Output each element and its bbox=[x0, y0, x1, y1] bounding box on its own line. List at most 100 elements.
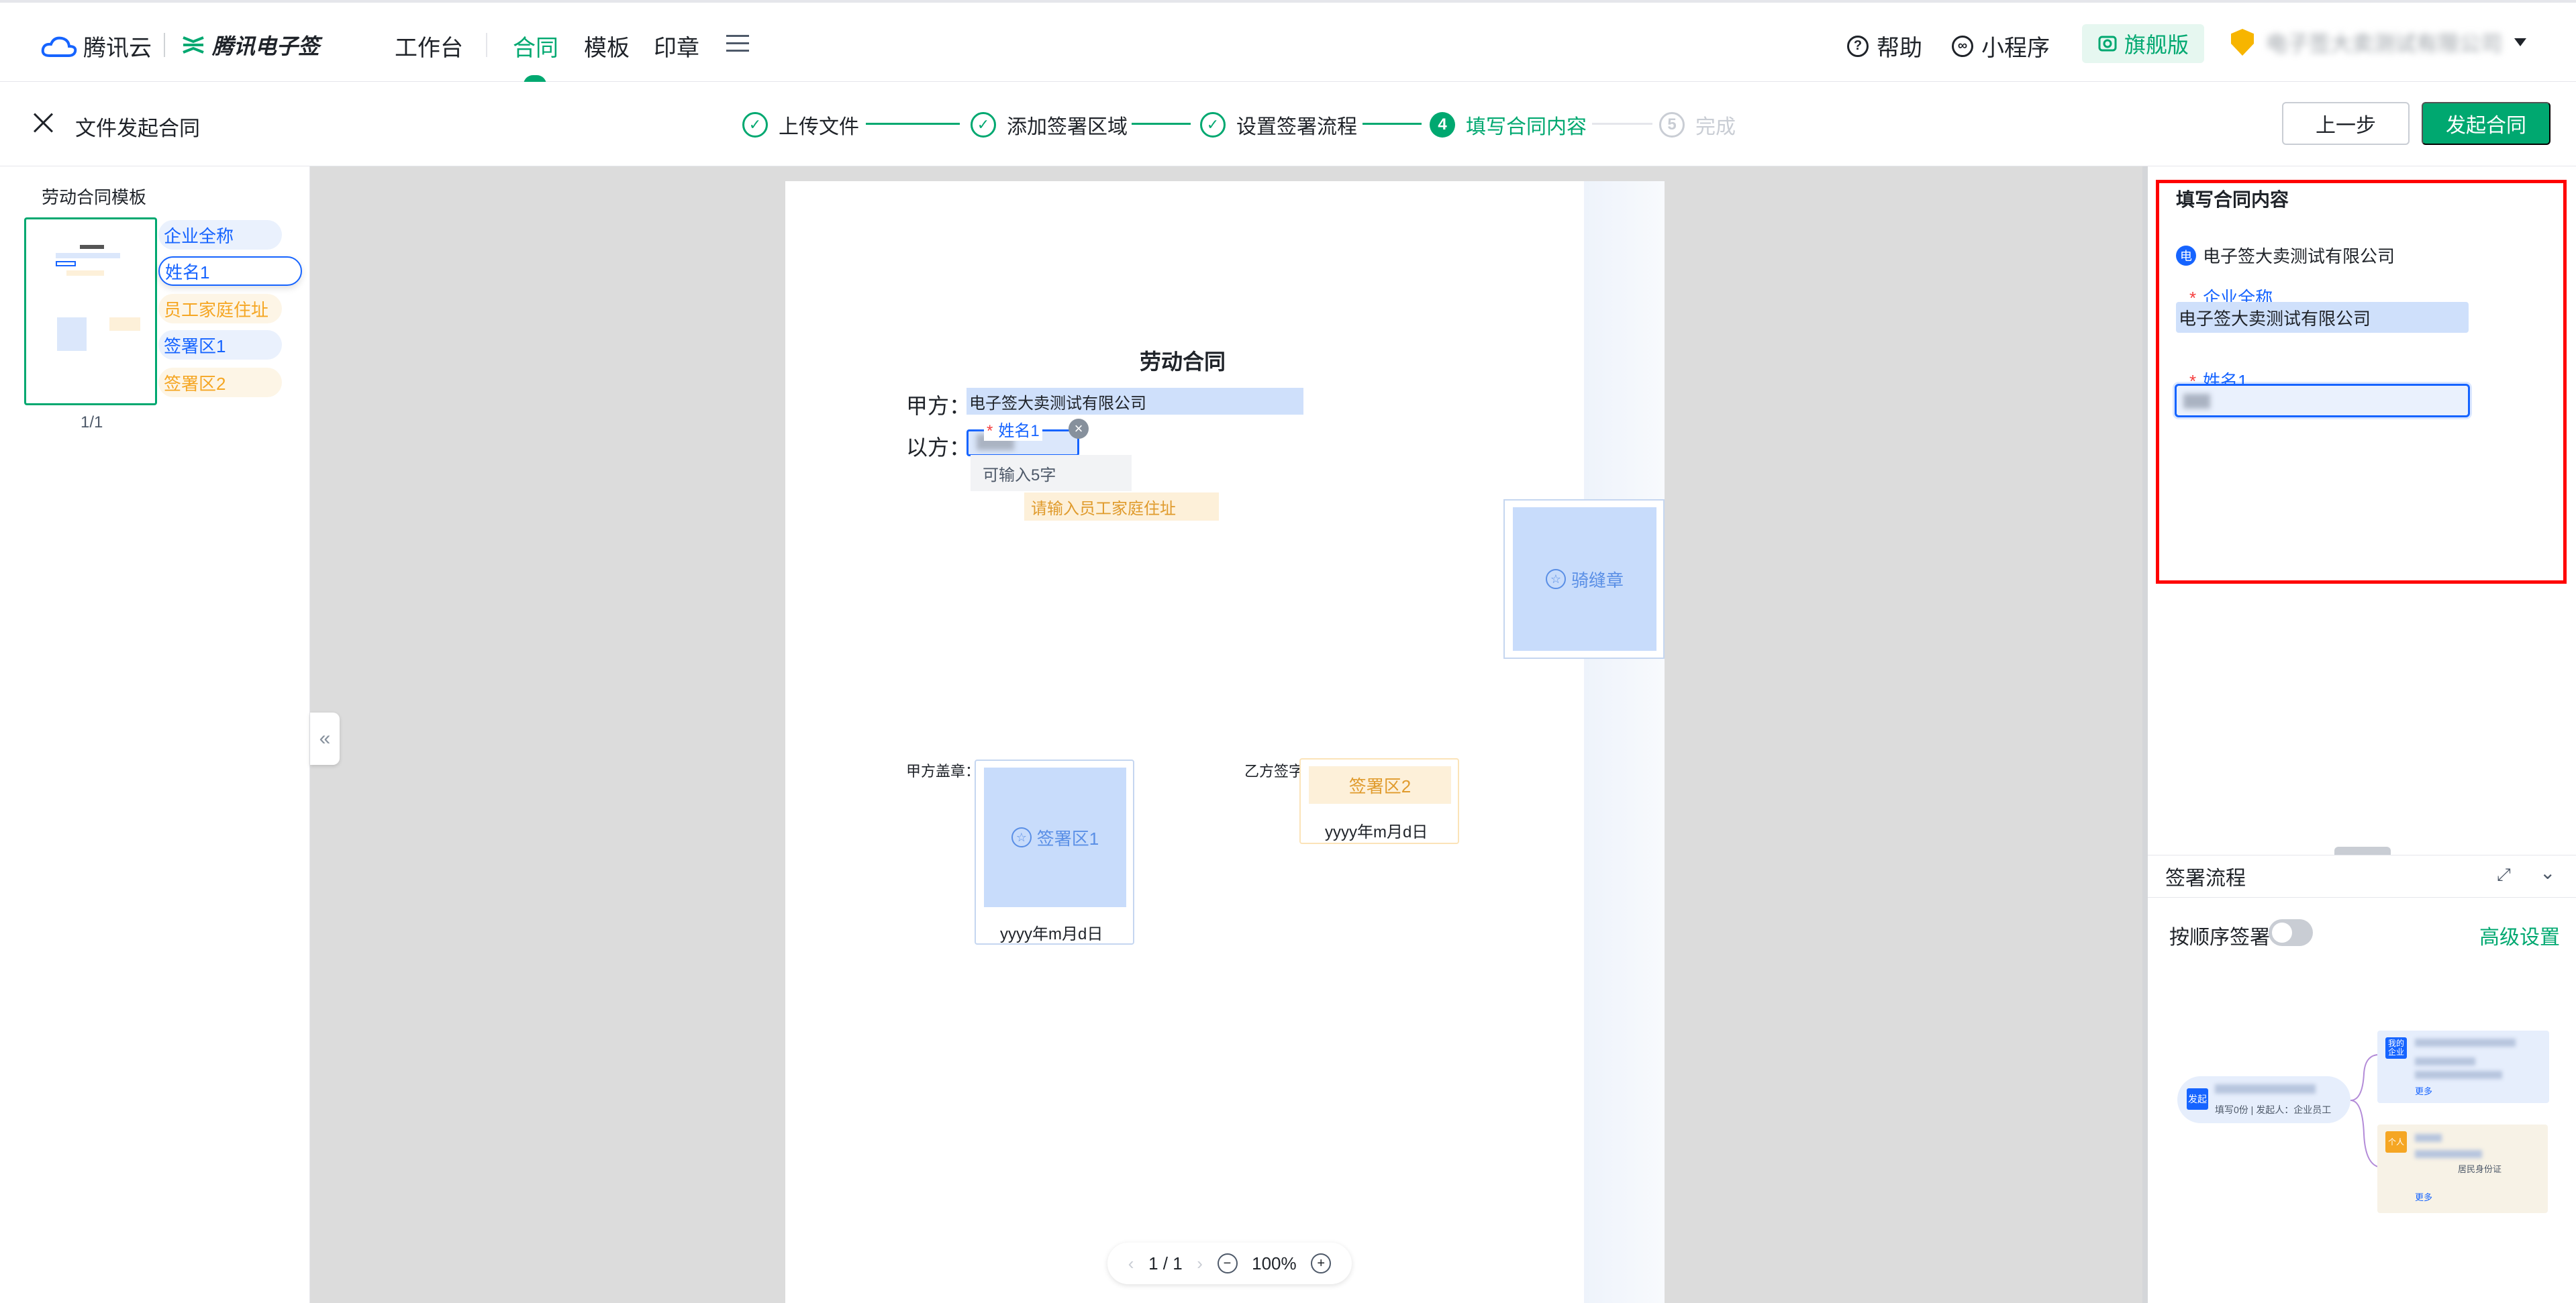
step-fill-content: 4 填写合同内容 bbox=[1430, 110, 1587, 140]
field-chip-sign-area-2[interactable]: 签署区2 bbox=[158, 368, 282, 397]
expand-icon[interactable]: ⤢ bbox=[2497, 864, 2511, 886]
previous-step-button[interactable]: 上一步 bbox=[2282, 102, 2410, 145]
nav-contract[interactable]: 合同 bbox=[513, 30, 558, 62]
step-finish: 5 完成 bbox=[1659, 110, 1736, 140]
next-page-icon[interactable]: › bbox=[1197, 1253, 1203, 1274]
step-bar: 文件发起合同 ✓ 上传文件 ✓ 添加签署区域 ✓ 设置签署流程 4 填写合同内容… bbox=[0, 82, 2576, 166]
step-connector bbox=[1592, 123, 1652, 125]
question-icon: ? bbox=[1847, 35, 1869, 57]
seal-icon: ☆ bbox=[1545, 569, 1566, 589]
field-chip-company-name[interactable]: 企业全称 bbox=[158, 220, 282, 250]
zoom-in-icon[interactable]: + bbox=[1311, 1253, 1332, 1273]
step-number: 4 bbox=[1430, 112, 1455, 138]
card2-id-type: 居民身份证 bbox=[2458, 1164, 2502, 1174]
step-upload: ✓ 上传文件 bbox=[742, 110, 859, 140]
page-thumbnail[interactable] bbox=[24, 217, 157, 405]
panel-resize-handle[interactable] bbox=[2334, 847, 2391, 855]
field-chip-address[interactable]: 员工家庭住址 bbox=[158, 294, 282, 323]
seam-seal-area[interactable]: ☆ 骑缝章 bbox=[1513, 507, 1656, 651]
step-label: 添加签署区域 bbox=[1007, 116, 1128, 138]
page-number: 1 / 1 bbox=[1148, 1253, 1183, 1273]
mini-program-link[interactable]: ∞ 小程序 bbox=[1952, 30, 2050, 62]
nav-divider bbox=[486, 33, 487, 57]
seam-seal-label: 骑缝章 bbox=[1571, 570, 1624, 590]
step-connector bbox=[1363, 123, 1422, 125]
esign-logo-icon bbox=[183, 36, 204, 54]
seam-band bbox=[1584, 181, 1665, 1303]
company-name-input[interactable]: 电子签大卖测试有限公司 bbox=[2176, 302, 2469, 333]
cloud-icon bbox=[41, 36, 77, 57]
step-connector bbox=[866, 123, 960, 125]
party-a-seal-label: 甲方盖章： bbox=[906, 763, 981, 780]
company-name: 电子签大卖测试有限公司 bbox=[2266, 32, 2503, 56]
collapse-sidebar-icon[interactable]: « bbox=[310, 713, 340, 765]
crown-icon bbox=[2098, 36, 2117, 52]
company-badge-icon: 电 bbox=[2176, 245, 2196, 266]
party-b-label: 以方： bbox=[906, 435, 971, 460]
company-name-field[interactable]: 电子签大卖测试有限公司 bbox=[967, 388, 1303, 415]
sign-area-2[interactable]: 签署区2 bbox=[1309, 766, 1451, 804]
template-sidebar: 劳动合同模板 1/1 企业全称 姓名1 员工家庭住址 签署区1 签署区2 bbox=[0, 166, 310, 1303]
zoom-toolbar: ‹ 1 / 1 › − 100% + bbox=[1107, 1243, 1352, 1284]
advanced-settings-link[interactable]: 高级设置 bbox=[2479, 921, 2560, 950]
field-chip-name1[interactable]: 姓名1 bbox=[158, 256, 302, 286]
help-link[interactable]: ? 帮助 bbox=[1847, 30, 1922, 62]
step-label: 填写合同内容 bbox=[1466, 116, 1587, 138]
step-label: 上传文件 bbox=[779, 116, 859, 138]
flow-card-enterprise[interactable]: 我的企业 更多 bbox=[2377, 1031, 2549, 1103]
zoom-out-icon[interactable]: − bbox=[1217, 1253, 1238, 1273]
person-tag: 个人 bbox=[2385, 1131, 2407, 1153]
sign-area-1[interactable]: ☆ 签署区1 bbox=[984, 768, 1126, 907]
esign-logo[interactable]: 腾讯电子签 bbox=[181, 30, 319, 60]
flow-title: 签署流程 bbox=[2165, 868, 2246, 890]
party-a-label: 甲方： bbox=[906, 394, 971, 418]
party-b-sign-label: 乙方签字 bbox=[1244, 763, 1304, 780]
link-icon: ∞ bbox=[1952, 35, 1973, 57]
close-icon[interactable] bbox=[32, 111, 55, 134]
launch-contract-button[interactable]: 发起合同 bbox=[2422, 102, 2550, 145]
nav-seal[interactable]: 印章 bbox=[654, 30, 699, 62]
collapse-down-icon[interactable]: ⌄ bbox=[2540, 862, 2555, 884]
field-chip-sign-area-1[interactable]: 签署区1 bbox=[158, 330, 282, 360]
panel-company: 电 电子签大卖测试有限公司 bbox=[2176, 243, 2395, 268]
char-limit-tooltip: 可输入5字 bbox=[971, 455, 1132, 491]
card1-more-link[interactable]: 更多 bbox=[2415, 1084, 2432, 1097]
check-icon: ✓ bbox=[971, 112, 996, 138]
panel-company-name: 电子签大卖测试有限公司 bbox=[2203, 246, 2395, 266]
page-title: 文件发起合同 bbox=[75, 117, 200, 140]
flagship-badge[interactable]: 旗舰版 bbox=[2082, 24, 2204, 63]
step-connector bbox=[1132, 123, 1191, 125]
step-label: 完成 bbox=[1695, 116, 1736, 138]
top-navbar: 腾讯云 腾讯电子签 工作台 合同 模板 印章 ? 帮助 ∞ 小程序 旗舰版 电子… bbox=[0, 0, 2576, 85]
flow-card-person[interactable]: 个人 居民身份证 更多 bbox=[2377, 1125, 2548, 1213]
flagship-label: 旗舰版 bbox=[2124, 33, 2189, 57]
name1-input[interactable] bbox=[2175, 384, 2470, 417]
sign-area-2-date: yyyy年m月d日 bbox=[1325, 823, 1428, 841]
card2-more-link[interactable]: 更多 bbox=[2415, 1190, 2432, 1203]
company-switcher[interactable]: 电子签大卖测试有限公司 bbox=[2231, 27, 2527, 58]
brand-esign-text: 腾讯电子签 bbox=[212, 34, 320, 58]
step-add-sign-area: ✓ 添加签署区域 bbox=[971, 110, 1128, 140]
prev-page-icon[interactable]: ‹ bbox=[1128, 1253, 1134, 1274]
enterprise-tag: 我的企业 bbox=[2385, 1037, 2407, 1059]
zoom-level: 100% bbox=[1252, 1253, 1297, 1273]
sequential-sign-toggle[interactable] bbox=[2269, 919, 2313, 946]
address-field[interactable]: 请输入员工家庭住址 bbox=[1024, 492, 1219, 521]
logo-divider bbox=[164, 33, 165, 57]
nav-workbench[interactable]: 工作台 bbox=[395, 30, 463, 62]
nav-template[interactable]: 模板 bbox=[584, 30, 630, 62]
remove-field-icon[interactable]: × bbox=[1069, 419, 1089, 439]
check-icon: ✓ bbox=[742, 112, 768, 138]
step-set-flow: ✓ 设置签署流程 bbox=[1200, 110, 1357, 140]
menu-icon[interactable] bbox=[726, 35, 749, 52]
mini-program-label: 小程序 bbox=[1981, 36, 2050, 61]
seal-icon: ☆ bbox=[1011, 827, 1032, 847]
verified-shield-icon bbox=[2231, 29, 2254, 56]
sign-area-1-label: 签署区1 bbox=[1036, 828, 1099, 849]
name1-field-tag: * 姓名1 bbox=[984, 417, 1042, 441]
flow-start-node[interactable]: 发起 填写0份 | 发起人：企业员工 bbox=[2177, 1076, 2350, 1123]
brand-cloud-text: 腾讯云 bbox=[83, 36, 152, 61]
tencent-cloud-logo[interactable]: 腾讯云 bbox=[40, 30, 152, 62]
help-label: 帮助 bbox=[1877, 36, 1922, 61]
check-icon: ✓ bbox=[1200, 112, 1226, 138]
